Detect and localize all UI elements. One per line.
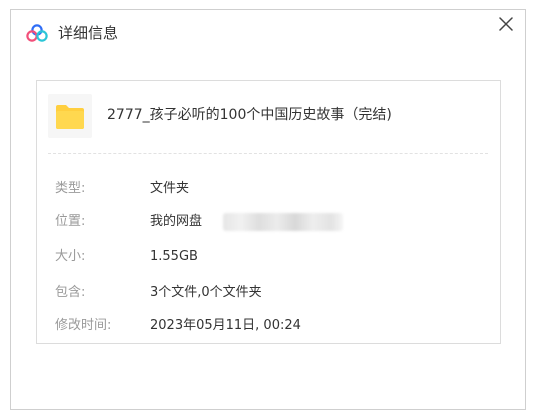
size-label: 大小: (55, 249, 86, 264)
size-value: 1.55GB (150, 249, 198, 264)
location-label: 位置: (55, 214, 86, 229)
details-dialog: 详细信息 2777_孩子必听的100个中国历史故事（完结) 类型: 文件夹 位置… (10, 9, 526, 410)
contains-value: 3个文件,0个文件夹 (150, 285, 262, 300)
file-name: 2777_孩子必听的100个中国历史故事（完结) (107, 107, 392, 123)
folder-icon (48, 94, 92, 138)
netdisk-logo-icon (26, 24, 48, 42)
info-panel: 2777_孩子必听的100个中国历史故事（完结) 类型: 文件夹 位置: 我的网… (36, 80, 501, 344)
type-label: 类型: (55, 181, 86, 196)
close-icon[interactable] (497, 15, 515, 33)
type-value: 文件夹 (150, 181, 190, 196)
location-value[interactable]: 我的网盘 (150, 212, 202, 232)
divider (48, 153, 488, 154)
close-button[interactable] (497, 15, 515, 33)
redacted-path (223, 213, 343, 231)
contains-label: 包含: (55, 285, 86, 300)
dialog-title: 详细信息 (58, 24, 119, 42)
modified-value: 2023年05月11日, 00:24 (150, 318, 301, 333)
modified-label: 修改时间: (55, 318, 112, 333)
